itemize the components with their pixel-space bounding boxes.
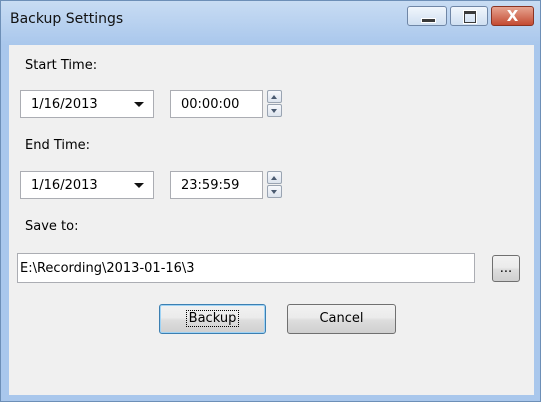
maximize-button[interactable] [450, 6, 488, 26]
start-date-picker[interactable]: 1/16/2013 [20, 90, 154, 118]
spin-down-icon[interactable] [267, 104, 282, 117]
save-path-value: E:\Recording\2013-01-16\3 [20, 261, 195, 276]
save-path-field[interactable]: E:\Recording\2013-01-16\3 [17, 253, 475, 283]
end-date-picker[interactable]: 1/16/2013 [20, 171, 154, 199]
save-to-label: Save to: [25, 219, 79, 234]
close-icon: X [506, 7, 519, 25]
start-time-spinner[interactable] [267, 90, 282, 118]
spin-down-icon[interactable] [267, 185, 282, 198]
start-time-label: Start Time: [25, 58, 98, 73]
minimize-button[interactable] [407, 6, 447, 26]
close-button[interactable]: X [491, 6, 534, 26]
minimize-icon [408, 7, 446, 25]
end-time-label: End Time: [25, 138, 91, 153]
start-time-value: 00:00:00 [181, 97, 240, 112]
window-title: Backup Settings [10, 11, 124, 27]
end-time-value: 23:59:59 [181, 178, 240, 193]
chevron-down-icon [134, 102, 144, 107]
cancel-button[interactable]: Cancel [287, 304, 396, 334]
start-date-value: 1/16/2013 [31, 97, 98, 112]
end-date-value: 1/16/2013 [31, 178, 98, 193]
backup-settings-window: Backup Settings X Start Time: 1/16/2013 … [0, 0, 541, 402]
spin-up-icon[interactable] [267, 171, 282, 184]
end-time-spinner[interactable] [267, 171, 282, 199]
chevron-down-icon [134, 183, 144, 188]
end-time-field[interactable]: 23:59:59 [170, 171, 263, 199]
dialog-body: Start Time: 1/16/2013 00:00:00 End Time:… [9, 45, 534, 395]
backup-button-label: Backup [185, 310, 240, 327]
maximize-icon [451, 7, 487, 25]
browse-button[interactable]: ... [492, 255, 520, 282]
start-time-field[interactable]: 00:00:00 [170, 90, 263, 118]
backup-button[interactable]: Backup [159, 304, 266, 334]
spin-up-icon[interactable] [267, 90, 282, 103]
title-bar[interactable]: Backup Settings X [1, 1, 540, 45]
